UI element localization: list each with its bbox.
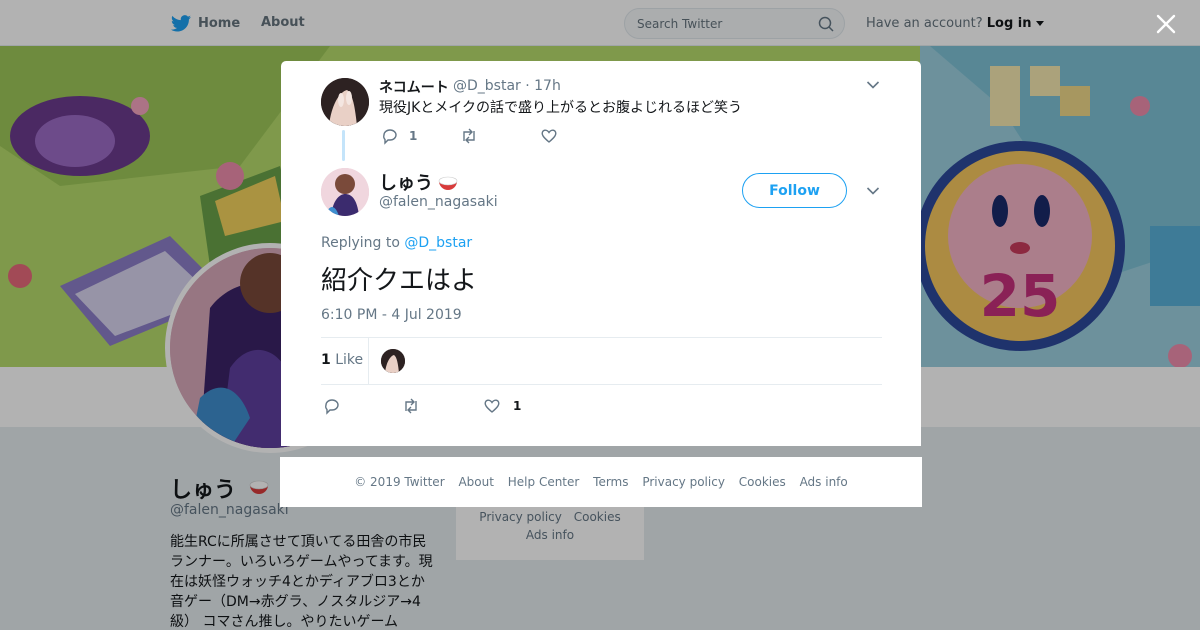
tweet-timestamp[interactable]: 6:10 PM - 4 Jul 2019 [321,307,462,323]
follow-button[interactable]: Follow [742,173,847,208]
like-button[interactable]: 1 [483,397,521,415]
parent-reply-count: 1 [409,129,418,143]
footer-cookies[interactable]: Cookies [739,475,786,489]
tweet-permalink-modal: ネコムート @D_bstar · 17h 現役JKとメイクの話で盛り上がるとお腹… [281,61,921,446]
parent-avatar-art [321,78,369,126]
close-icon[interactable] [1152,10,1180,38]
heart-icon [484,399,500,413]
divider [368,338,369,384]
thread-connector-line [342,130,345,161]
rice-bowl-emoji [438,176,458,190]
tweet-author-handle[interactable]: @falen_nagasaki [379,194,498,210]
tweet-avatar-art [321,168,369,216]
reply-icon [325,399,339,415]
tweet-author-name-text: しゅう [379,173,433,194]
divider [321,384,882,385]
chevron-down-icon[interactable] [866,186,880,196]
likes-number: 1 [321,352,331,368]
reply-icon [383,129,397,145]
parent-retweet-button[interactable] [460,127,478,145]
parent-tweet-author-name[interactable]: ネコムート [379,77,449,97]
parent-like-button[interactable] [540,127,558,145]
tweet-text: 紹介クエはよ [321,266,478,296]
liker-avatar[interactable] [381,349,405,373]
divider [321,337,882,338]
tweet-author-name[interactable]: しゅう [379,169,459,195]
retweet-button[interactable] [402,397,420,415]
footer-copyright: © 2019 Twitter [354,475,445,489]
parent-tweet-handle-time[interactable]: @D_bstar · 17h [453,78,561,94]
replying-to: Replying to @D_bstar [321,235,472,251]
retweet-icon [463,128,475,144]
replying-to-link[interactable]: @D_bstar [404,235,472,251]
footer-ads-info[interactable]: Ads info [800,475,848,489]
parent-tweet-text: 現役JKとメイクの話で盛り上がるとお腹よじれるほど笑う [379,100,743,116]
heart-icon [541,129,557,143]
likes-label: Like [335,352,364,368]
retweet-icon [405,398,417,414]
footer-links: © 2019 Twitter About Help Center Terms P… [280,475,922,489]
like-count: 1 [513,399,522,413]
likes-stat[interactable]: 1 Like [321,352,363,368]
parent-reply-button[interactable]: 1 [381,127,417,145]
chevron-down-icon[interactable] [866,80,880,90]
tweet-author-avatar[interactable] [321,168,369,216]
footer-help-center[interactable]: Help Center [508,475,580,489]
footer-terms[interactable]: Terms [593,475,628,489]
liker-avatar-art [381,349,405,373]
footer-privacy-policy[interactable]: Privacy policy [642,475,725,489]
replying-to-prefix: Replying to [321,235,400,251]
modal-footer: © 2019 Twitter About Help Center Terms P… [280,457,922,507]
parent-tweet-avatar[interactable] [321,78,369,126]
reply-button[interactable] [323,397,341,415]
footer-about[interactable]: About [458,475,493,489]
